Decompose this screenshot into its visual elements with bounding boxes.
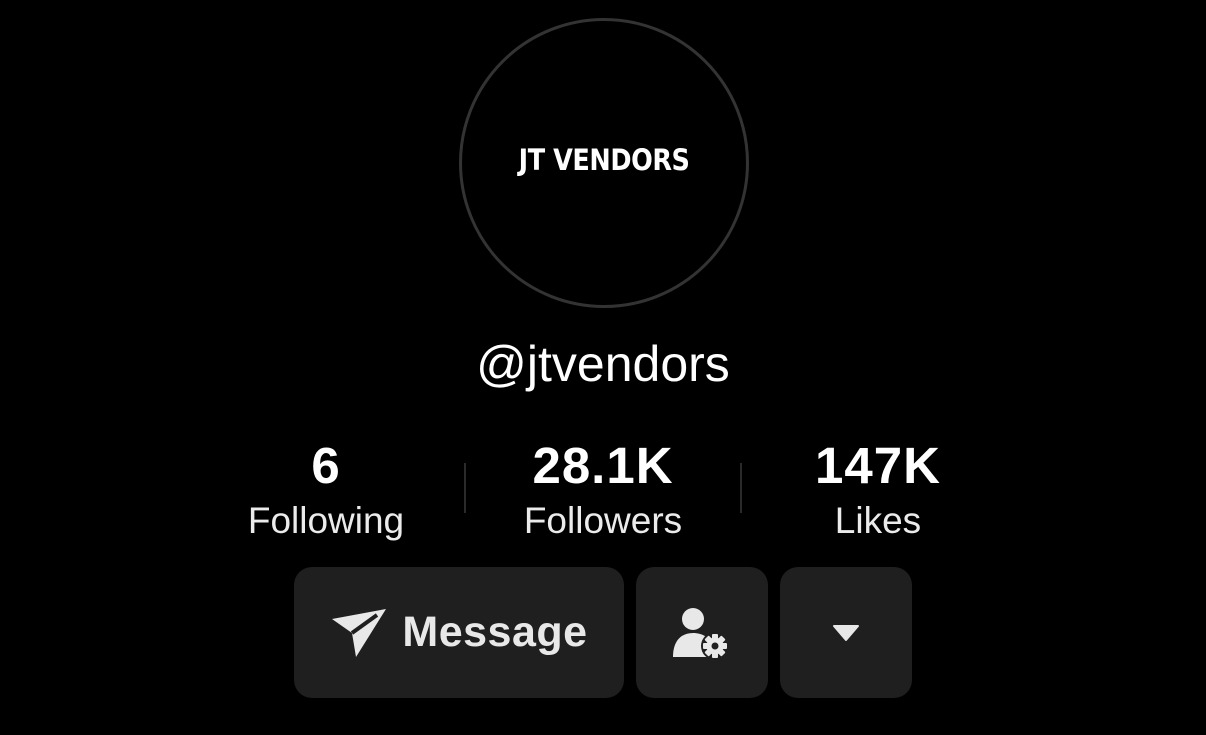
friend-settings-button[interactable] [636,567,768,698]
following-count: 6 [311,437,341,494]
stat-divider [464,463,466,513]
caret-down-icon [832,623,860,643]
message-button-label: Message [402,608,588,656]
stat-divider [740,463,742,513]
followers-label: Followers [523,500,683,541]
stat-following[interactable]: 6 Following [196,436,456,546]
more-options-button[interactable] [780,567,912,698]
message-button[interactable]: Message [294,567,624,698]
likes-count: 147K [815,437,941,494]
stat-likes[interactable]: 147K Likes [748,436,1008,546]
likes-label: Likes [834,500,922,541]
send-icon [330,607,388,659]
profile-avatar[interactable]: JT VENDORS [459,18,749,308]
stat-followers[interactable]: 28.1K Followers [473,436,733,546]
followers-count: 28.1K [532,437,674,494]
avatar-logo-text: JT VENDORS [518,142,690,177]
following-label: Following [247,500,405,541]
profile-username: @jtvendors [476,336,730,392]
user-gear-icon [671,605,733,661]
